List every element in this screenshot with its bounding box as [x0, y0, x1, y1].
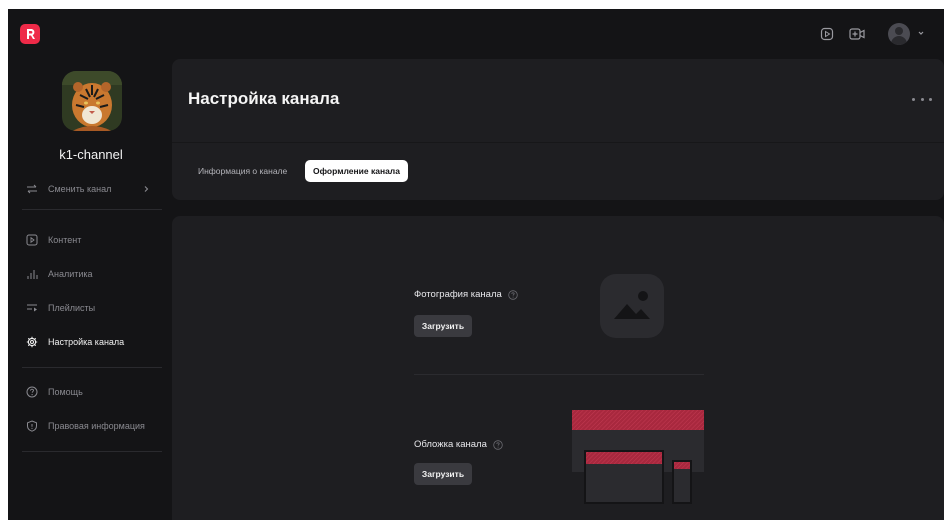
sidebar-item-label: Помощь [48, 387, 83, 397]
upload-cover-button[interactable]: Загрузить [414, 463, 472, 485]
cover-section-title: Обложка канала [414, 439, 503, 450]
sidebar-item-label: Настройка канала [48, 337, 125, 347]
switch-channel-button[interactable]: Сменить канал [26, 181, 150, 197]
sidebar-divider [22, 451, 162, 452]
channel-name: k1-channel [59, 147, 123, 162]
cover-placeholder [572, 410, 704, 504]
add-video-icon[interactable] [848, 25, 866, 43]
help-circle-icon[interactable] [493, 439, 503, 450]
more-options-icon[interactable] [912, 93, 932, 105]
sidebar-item-help[interactable]: Помощь [26, 383, 166, 401]
chevron-right-icon [144, 186, 149, 192]
section-divider [414, 374, 704, 375]
help-circle-icon [26, 386, 38, 398]
sidebar-item-channel-settings[interactable]: Настройка канала [26, 333, 166, 351]
sidebar-item-legal[interactable]: Правовая информация [26, 417, 166, 435]
page-header: Настройка канала Информация о канале Офо… [172, 59, 944, 200]
help-circle-icon[interactable] [508, 289, 518, 300]
upload-photo-button[interactable]: Загрузить [414, 315, 472, 337]
tab-channel-design[interactable]: Оформление канала [305, 160, 408, 182]
top-bar [8, 9, 944, 59]
play-square-icon[interactable] [818, 25, 836, 43]
sidebar-item-content[interactable]: Контент [26, 231, 166, 249]
header-divider [172, 142, 944, 143]
photo-label: Фотография канала [414, 289, 502, 300]
sidebar-divider [22, 209, 162, 210]
sidebar-item-label: Аналитика [48, 269, 93, 279]
playlist-icon [26, 302, 38, 314]
switch-channel-label: Сменить канал [48, 184, 112, 194]
sidebar-item-label: Плейлисты [48, 303, 96, 313]
shield-icon [26, 420, 38, 432]
user-avatar[interactable] [888, 23, 910, 45]
photo-section-title: Фотография канала [414, 289, 518, 300]
chevron-down-icon[interactable] [916, 28, 926, 38]
sidebar: k1-channel Сменить канал Контент Аналити… [8, 59, 168, 520]
tab-channel-info[interactable]: Информация о канале [190, 160, 295, 182]
sidebar-item-analytics[interactable]: Аналитика [26, 265, 166, 283]
bar-chart-icon [26, 268, 38, 280]
sidebar-item-playlists[interactable]: Плейлисты [26, 299, 166, 317]
sidebar-item-label: Контент [48, 235, 82, 245]
photo-placeholder [600, 274, 664, 338]
page-title: Настройка канала [188, 89, 340, 108]
cover-label: Обложка канала [414, 439, 487, 450]
sidebar-item-label: Правовая информация [48, 421, 145, 431]
app-window: k1-channel Сменить канал Контент Аналити… [8, 9, 944, 520]
play-square-icon [26, 234, 38, 246]
rutube-logo-icon[interactable] [20, 24, 40, 44]
sidebar-divider [22, 367, 162, 368]
gear-icon [26, 336, 38, 348]
channel-design-panel: Фотография канала Загрузить Обложка кана… [172, 216, 944, 520]
image-icon [614, 291, 650, 319]
channel-avatar[interactable] [62, 71, 122, 131]
swap-icon [27, 184, 37, 194]
